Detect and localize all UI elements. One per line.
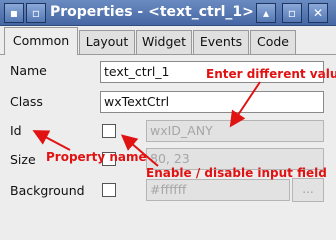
annotation-property-name: Property name [46, 150, 147, 164]
arrow-to-value-field [229, 81, 261, 128]
arrow-to-property-label [32, 130, 71, 151]
annotation-enter-value: Enter different value [206, 67, 336, 81]
annotation-enable-disable: Enable / disable input field [146, 166, 327, 180]
